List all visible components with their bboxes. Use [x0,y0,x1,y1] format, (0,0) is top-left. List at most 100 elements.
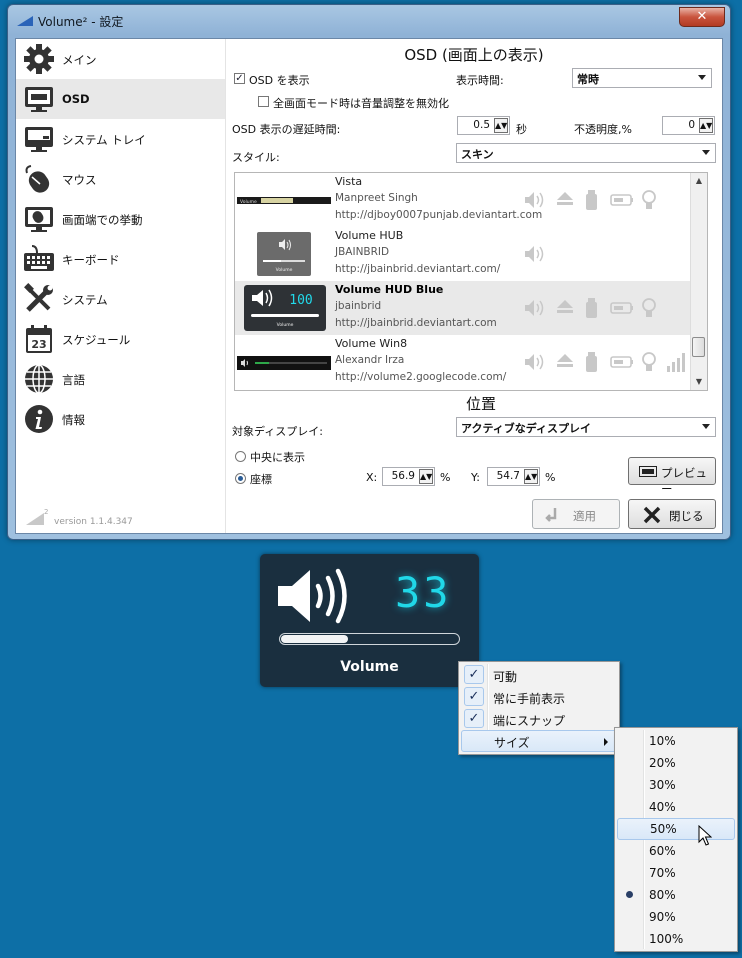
size-option-70[interactable]: 70% [617,862,735,884]
window-close-button[interactable]: ✕ [679,7,725,27]
coords-radio[interactable] [235,473,246,484]
spin-arrows-icon[interactable]: ▲▼ [699,118,713,133]
size-option-50[interactable]: 50% [617,818,735,840]
battery-icon [610,356,633,368]
skin-thumb-hud-blue: 100 Volume [244,285,326,331]
chevron-down-icon [698,75,706,80]
sidebar-item-language[interactable]: 言語 [16,359,225,399]
fullscreen-disable-checkbox[interactable] [258,96,269,107]
bulb-icon [642,190,656,209]
chevron-down-icon [702,150,710,155]
target-display-value: アクティブなディスプレイ [461,422,592,435]
close-icon: ✕ [696,9,708,24]
sidebar-item-mouse[interactable]: マウス [16,159,225,199]
position-section-title: 位置 [466,395,497,413]
skin-thumb-hub-text: Volume [276,267,293,273]
sidebar-item-main[interactable]: メイン [16,39,225,79]
show-osd-checkbox[interactable]: ✓ [234,73,245,84]
skin-list[interactable]: Volume Vista Manpreet Singh http://djboy… [234,172,708,391]
monitor-icon [25,87,53,112]
osd-volume-overlay[interactable]: 33 Volume [260,554,479,687]
size-option-label: 20% [649,756,676,770]
osd-volume-fill [281,635,349,643]
style-value: スキン [461,148,494,161]
skin-row-volume-hud-blue[interactable]: 100 Volume Volume HUD Blue jbainbrid htt… [235,281,693,335]
check-icon: ✓ [235,73,244,84]
center-radio[interactable] [235,451,246,462]
skin-author: Alexandr Irza [335,354,405,366]
target-display-select[interactable]: アクティブなディスプレイ [456,417,716,437]
size-option-label: 60% [649,844,676,858]
calendar-icon: 23 [26,325,52,353]
fullscreen-disable-label: 全画面モード時は音量調整を無効化 [273,97,449,110]
speaker-icon [525,300,544,316]
opacity-label: 不透明度,% [574,123,632,136]
sidebar-label-system-tray: システム トレイ [62,133,146,147]
size-option-40[interactable]: 40% [617,796,735,818]
x-stepper[interactable]: 56.9 ▲▼ [382,467,435,486]
size-option-label: 100% [649,932,684,946]
skin-thumb-hub: Volume [257,232,311,276]
sidebar-item-info[interactable]: 情報 [16,399,225,439]
sidebar-item-schedule[interactable]: 23 スケジュール [16,319,225,359]
size-option-10[interactable]: 10% [617,730,735,752]
y-stepper[interactable]: 54.7 ▲▼ [487,467,540,486]
delay-unit: 秒 [516,123,527,136]
display-time-value: 常時 [577,73,599,86]
spin-arrows-icon[interactable]: ▲▼ [419,469,433,484]
sidebar-item-system-tray[interactable]: システム トレイ [16,119,225,159]
skin-name: Vista [335,175,363,188]
skin-thumb-win8 [237,356,331,370]
menu-item-size[interactable]: サイズ [461,730,617,752]
center-label: 中央に表示 [250,451,305,464]
sidebar-item-system[interactable]: システム [16,279,225,319]
scroll-up-icon[interactable]: ▲ [691,173,707,189]
opacity-stepper[interactable]: 0 ▲▼ [662,116,715,135]
info-icon [25,405,53,433]
preview-button-label: プレビュー [661,466,707,496]
spin-arrows-icon[interactable]: ▲▼ [524,469,538,484]
size-option-80[interactable]: 80% [617,884,735,906]
scroll-thumb[interactable] [692,337,705,357]
menu-item-label: 可動 [493,670,518,684]
size-option-90[interactable]: 90% [617,906,735,928]
style-select[interactable]: スキン [456,143,716,163]
target-display-label: 対象ディスプレイ: [232,425,323,438]
menu-item-always-on-top[interactable]: ✓ 常に手前表示 [461,686,617,708]
skin-row-volume-win8[interactable]: Volume Win8 Alexandr Irza http://volume2… [235,335,693,389]
tray-icon [25,127,53,152]
sidebar-label-mouse: マウス [62,173,97,187]
size-option-100[interactable]: 100% [617,928,735,950]
title-bar[interactable]: Volume² - 設定 ✕ [8,5,730,37]
skin-row-volume-hub[interactable]: Volume Volume HUB JBAINBRID http://jbain… [235,227,693,281]
scroll-down-icon[interactable]: ▼ [691,374,707,390]
skin-list-scrollbar[interactable]: ▲ ▼ [690,173,707,390]
sidebar-item-screen-edge[interactable]: 画面端での挙動 [16,199,225,239]
delay-stepper[interactable]: 0.5 ▲▼ [457,116,510,135]
skin-author: jbainbrid [335,300,382,312]
display-time-select[interactable]: 常時 [572,68,712,88]
apply-icon [545,508,557,522]
skin-url: http://djboy0007punjab.deviantart.com [335,209,543,221]
battery-icon [610,194,633,206]
apply-button[interactable]: 適用 [532,499,620,529]
x-value: 56.9 [391,470,415,482]
size-option-20[interactable]: 20% [617,752,735,774]
usb-icon [586,190,597,210]
sidebar-label-keyboard: キーボード [62,253,120,267]
skin-row-vista[interactable]: Volume Vista Manpreet Singh http://djboy… [235,173,693,227]
sidebar-item-keyboard[interactable]: キーボード [16,239,225,279]
menu-item-movable[interactable]: ✓ 可動 [461,664,617,686]
size-option-30[interactable]: 30% [617,774,735,796]
logo-superscript: 2 [44,508,48,516]
spin-arrows-icon[interactable]: ▲▼ [494,118,508,133]
bulb-icon [642,352,656,371]
x-icon [643,506,661,524]
preview-button[interactable]: プレビュー [628,457,716,496]
close-button[interactable]: 閉じる [628,499,716,529]
size-option-label: 50% [650,822,677,836]
menu-item-snap-to-edges[interactable]: ✓ 端にスナップ [461,708,617,730]
size-option-60[interactable]: 60% [617,840,735,862]
submenu-arrow-icon [604,738,608,746]
sidebar-item-osd[interactable]: OSD [16,79,225,119]
